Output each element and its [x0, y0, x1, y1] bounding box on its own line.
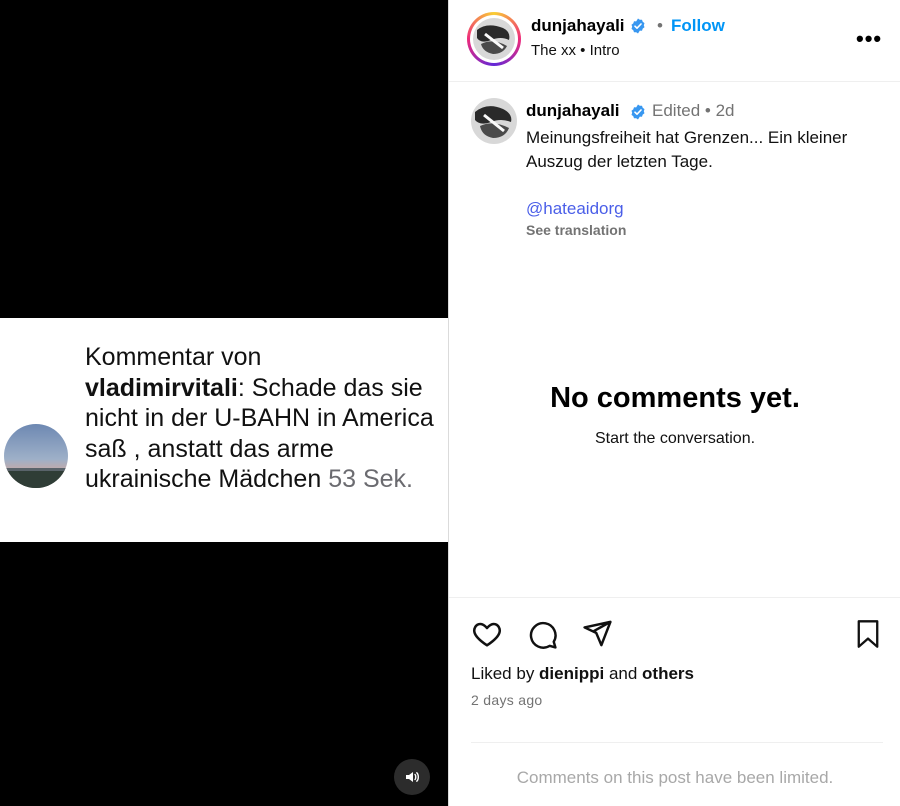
comment-username: vladimirvitali	[85, 373, 238, 402]
verified-badge-icon	[630, 18, 646, 37]
comment-prefix: Kommentar von	[85, 343, 262, 371]
author-avatar-story-ring[interactable]	[467, 12, 521, 66]
likes-summary: Liked by dienippi and others	[471, 664, 694, 684]
caption-meta: Edited • 2d	[652, 101, 735, 120]
liked-and: and	[604, 664, 643, 683]
caption-username[interactable]: dunjahayali	[526, 101, 620, 121]
share-icon[interactable]	[582, 618, 613, 654]
comments-limited-notice: Comments on this post have been limited.	[516, 768, 834, 787]
audio-toggle-button[interactable]	[394, 759, 430, 795]
comments-divider	[471, 742, 883, 743]
speaker-icon	[406, 772, 419, 782]
author-username[interactable]: dunjahayali	[531, 16, 625, 36]
header-separator: •	[657, 16, 663, 35]
follow-button[interactable]: Follow	[671, 16, 725, 36]
liked-prefix: Liked by	[471, 664, 540, 683]
liked-others-link[interactable]: others	[642, 664, 694, 683]
commenter-avatar	[4, 424, 68, 488]
verified-badge-icon	[630, 104, 646, 123]
caption-author-avatar[interactable]	[471, 98, 517, 144]
comment-time: 53 Sek.	[328, 465, 413, 493]
like-icon[interactable]	[471, 618, 503, 655]
liked-user-link[interactable]: dienippi	[539, 664, 604, 683]
bookmark-icon[interactable]	[854, 619, 882, 654]
post-media[interactable]: Kommentar von vladimirvitali: Schade das…	[0, 0, 448, 806]
post-header: dunjahayali • Follow The xx • Intro •••	[449, 0, 900, 82]
actions-divider	[449, 597, 900, 598]
comment-text: Kommentar von vladimirvitali: Schade das…	[85, 342, 440, 495]
audio-track-link[interactable]: The xx • Intro	[531, 42, 620, 59]
post-details-panel: dunjahayali • Follow The xx • Intro ••• …	[448, 0, 900, 806]
start-conversation-text: Start the conversation.	[594, 430, 756, 447]
comment-icon[interactable]	[527, 619, 558, 655]
no-comments-title: No comments yet.	[550, 382, 800, 414]
see-translation-button[interactable]: See translation	[526, 222, 626, 238]
caption-text: Meinungsfreiheit hat Grenzen... Ein klei…	[526, 128, 848, 171]
post-timestamp[interactable]: 2 days ago	[471, 692, 543, 708]
caption-mention-link[interactable]: @hateaidorg	[526, 199, 624, 219]
more-options-icon[interactable]: •••	[856, 26, 882, 52]
